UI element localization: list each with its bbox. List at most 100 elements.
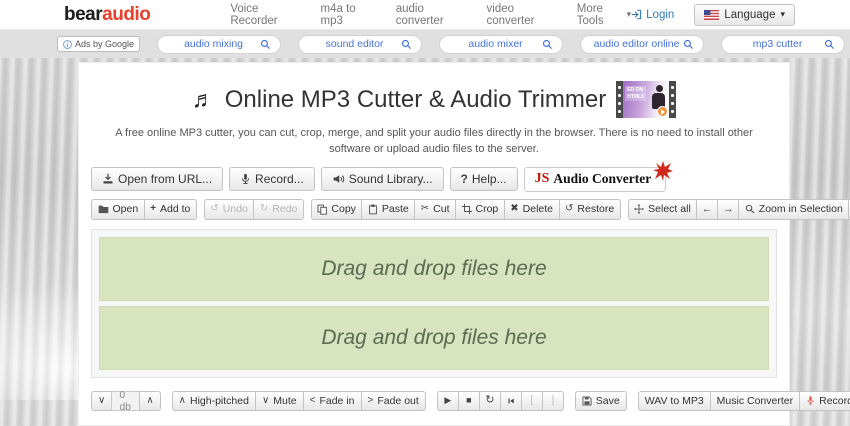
nav-video-converter[interactable]: video converter xyxy=(487,3,553,27)
play-icon[interactable] xyxy=(657,106,669,117)
seek-left-button[interactable]: ← xyxy=(696,198,719,220)
ad-pill-audio-mixing[interactable]: audio mixing xyxy=(157,34,282,54)
copy-button[interactable]: Copy xyxy=(310,198,363,220)
wav-to-mp3-label: WAV to MP3 xyxy=(644,394,704,407)
undo-label: Undo xyxy=(222,203,248,216)
help-button[interactable]: ? Help... xyxy=(449,167,518,192)
loop-start-button[interactable]: [ xyxy=(520,390,543,411)
arrow-right-icon: → xyxy=(722,202,734,215)
language-button[interactable]: Language ▾ xyxy=(694,3,795,26)
speaker-icon xyxy=(333,175,344,184)
crop-button[interactable]: Crop xyxy=(455,198,505,220)
navbar-right: Login Language ▾ xyxy=(631,3,795,26)
volume-up-button[interactable]: ∧ xyxy=(139,390,161,411)
logo-text-audio: audio xyxy=(102,4,151,25)
thumbnail-caption: ED ON HTML5 xyxy=(625,86,646,101)
x-icon: ✖ xyxy=(510,203,519,215)
login-label: Login xyxy=(646,8,675,21)
fade-out-button[interactable]: > Fade out xyxy=(360,390,426,411)
plus-icon: + xyxy=(150,203,157,215)
fade-out-label: Fade out xyxy=(377,394,419,407)
nav-voice-recorder[interactable]: Voice Recorder xyxy=(230,3,296,27)
restore-icon: ↺ xyxy=(565,203,574,215)
nav-audio-converter[interactable]: audio converter xyxy=(396,3,463,27)
ad-pill-label: audio mixer xyxy=(468,38,523,50)
search-icon xyxy=(260,39,271,49)
fade-in-icon: < xyxy=(309,394,316,406)
ad-pill-audio-mixer[interactable]: audio mixer xyxy=(439,34,564,54)
question-mark-icon: ? xyxy=(460,172,468,187)
add-to-button[interactable]: + Add to xyxy=(143,198,197,220)
save-label: Save xyxy=(595,394,620,407)
sound-library-button[interactable]: Sound Library... xyxy=(320,167,444,192)
page-title: Online MP3 Cutter & Audio Trimmer xyxy=(224,85,607,113)
login-link[interactable]: Login xyxy=(631,9,674,21)
file-group: Open + Add to xyxy=(91,198,197,220)
sound-library-label: Sound Library... xyxy=(348,172,433,187)
loop-icon: ↻ xyxy=(485,394,495,407)
search-icon xyxy=(542,39,553,49)
clipboard-group: Copy Paste ✂ Cut Crop ✖ Delete ↺ Restore xyxy=(310,198,621,220)
nav-more-tools[interactable]: More Tools ▾ xyxy=(577,3,631,27)
ad-pill-mp3-cutter[interactable]: mp3 cutter xyxy=(721,34,846,54)
loop-button[interactable]: ↻ xyxy=(478,390,501,411)
high-pitched-label: High-pitched xyxy=(190,394,249,407)
paste-icon xyxy=(369,204,377,215)
ad-pill-label: audio editor online xyxy=(593,38,680,50)
open-from-url-button[interactable]: Open from URL... xyxy=(91,167,224,192)
stop-button[interactable]: ■ xyxy=(457,390,480,411)
effects-group: ∧ High-pitched ∨ Mute < Fade in > Fade o… xyxy=(171,390,426,411)
ad-pill-audio-editor-online[interactable]: audio editor online xyxy=(580,34,705,54)
delete-button[interactable]: ✖ Delete xyxy=(503,198,560,220)
select-all-label: Select all xyxy=(648,203,691,216)
ad-pill-label: audio mixing xyxy=(184,38,244,50)
js-audio-converter-button[interactable]: JS Audio Converter xyxy=(523,160,674,192)
search-icon xyxy=(824,39,835,49)
record-voice-button[interactable]: Record Voice xyxy=(799,390,850,411)
restore-button[interactable]: ↺ Restore xyxy=(558,198,621,220)
scissors-icon: ✂ xyxy=(420,203,430,215)
cut-button[interactable]: ✂ Cut xyxy=(414,198,456,220)
fade-in-button[interactable]: < Fade in xyxy=(302,390,362,411)
video-thumbnail-image: ED ON HTML5 xyxy=(623,81,670,118)
nav-m4a-to-mp3[interactable]: m4a to mp3 xyxy=(321,3,372,27)
skip-to-start-button[interactable] xyxy=(499,390,522,411)
language-label: Language xyxy=(724,8,776,21)
zoom-in-selection-button[interactable]: Zoom in Selection xyxy=(738,198,850,220)
redo-button[interactable]: ↻ Redo xyxy=(253,198,304,220)
converter-links-group: WAV to MP3 Music Converter Record Voice xyxy=(637,390,850,411)
ads-by-google-badge[interactable]: Ads by Google xyxy=(57,36,141,52)
info-icon xyxy=(63,39,72,49)
redo-icon: ↻ xyxy=(259,203,269,215)
music-converter-button[interactable]: Music Converter xyxy=(709,390,801,411)
drop-zone-track-2[interactable]: Drag and drop files here xyxy=(99,305,769,370)
ad-pill-sound-editor[interactable]: sound editor xyxy=(298,34,423,54)
fade-out-icon: > xyxy=(367,394,374,406)
wav-to-mp3-button[interactable]: WAV to MP3 xyxy=(637,390,711,411)
crop-icon xyxy=(461,204,472,215)
playback-group: ▶ ■ ↻ [ ] xyxy=(436,390,564,411)
seek-right-button[interactable]: → xyxy=(717,198,740,220)
download-icon xyxy=(103,174,113,184)
drop-zone-track-1[interactable]: Drag and drop files here xyxy=(99,236,769,301)
play-button[interactable]: ▶ xyxy=(436,390,459,411)
undo-button[interactable]: ↺ Undo xyxy=(203,198,255,220)
volume-down-button[interactable]: ∨ xyxy=(91,390,113,411)
skip-to-start-icon xyxy=(508,398,514,404)
open-button[interactable]: Open xyxy=(91,198,145,220)
arrow-left-icon: ← xyxy=(701,202,713,215)
action-button-row: Open from URL... Record... Sound Library… xyxy=(91,160,777,192)
zoom-in-selection-label: Zoom in Selection xyxy=(758,203,843,216)
high-pitched-button[interactable]: ∧ High-pitched xyxy=(171,390,256,411)
red-microphone-icon xyxy=(807,396,814,405)
record-button[interactable]: Record... xyxy=(229,167,315,192)
video-thumbnail[interactable]: ED ON HTML5 xyxy=(616,81,677,118)
title-row: ♬ Online MP3 Cutter & Audio Trimmer ED O… xyxy=(91,81,777,118)
paste-button[interactable]: Paste xyxy=(361,198,416,220)
loop-end-button[interactable]: ] xyxy=(541,390,564,411)
logo[interactable]: bearaudio xyxy=(64,4,151,25)
save-button[interactable]: Save xyxy=(574,390,627,411)
save-floppy-icon xyxy=(582,396,592,406)
mute-button[interactable]: ∨ Mute xyxy=(254,390,304,411)
select-all-button[interactable]: Select all xyxy=(627,198,698,220)
